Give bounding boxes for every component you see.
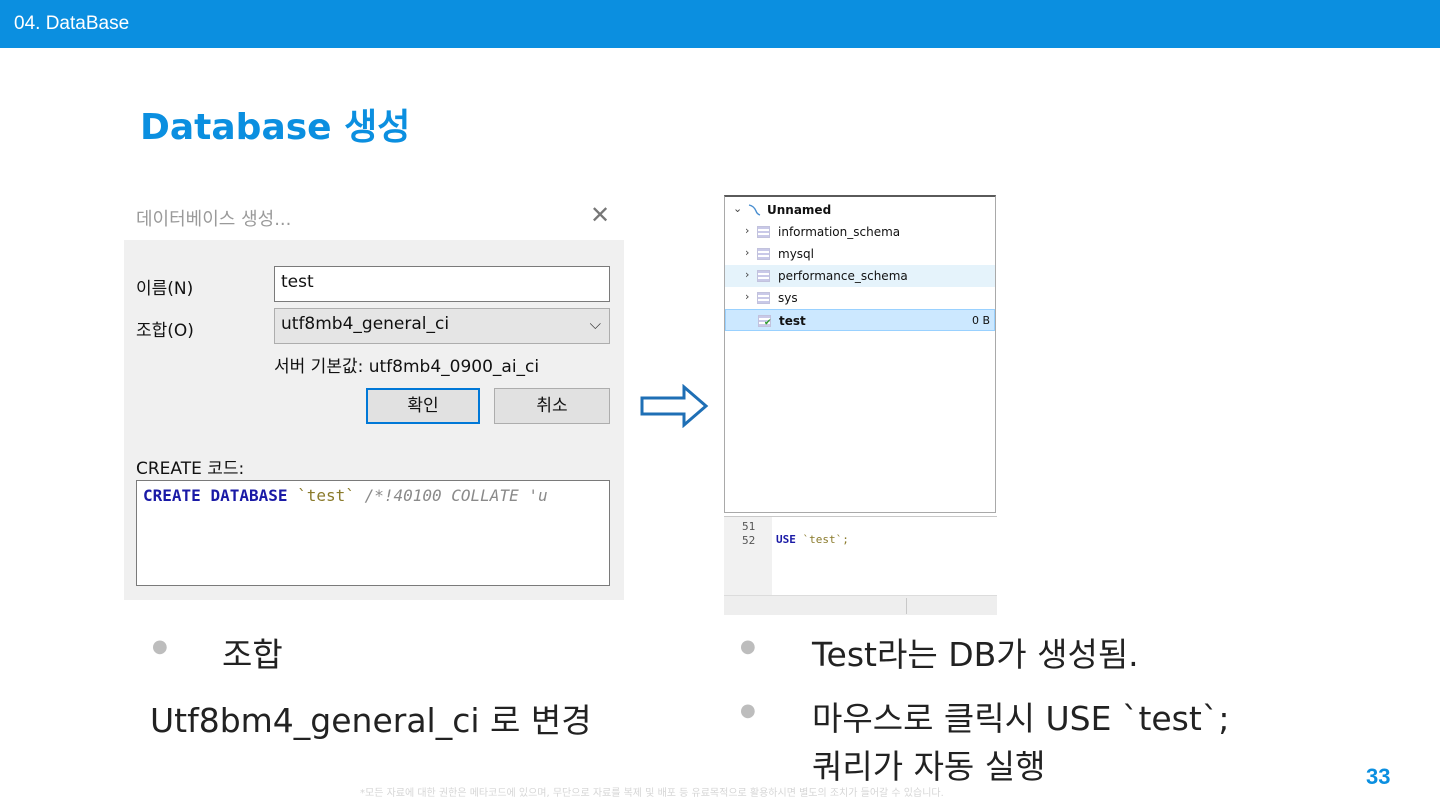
chevron-right-icon: › [745, 290, 750, 303]
database-tree: ⌄ Unnamed › information_schema › mysql ›… [724, 195, 996, 513]
check-icon: ✔ [764, 318, 772, 328]
code-db-name: `test` [297, 486, 355, 505]
sql-line: USE `test`; [776, 533, 849, 546]
code-comment: /*!40100 COLLATE 'u [364, 486, 548, 505]
code-keyword-database: DATABASE [210, 486, 288, 505]
database-icon [757, 270, 770, 282]
left-bullet-1: 조합 [222, 635, 283, 674]
collation-value: utf8mb4_general_ci [281, 314, 450, 334]
tree-root[interactable]: ⌄ Unnamed [725, 199, 995, 221]
tree-item-sys[interactable]: › sys [725, 287, 995, 309]
arrow-right-icon [640, 384, 709, 428]
tree-item-label: mysql [778, 247, 814, 261]
tree-item-test[interactable]: ✔ test 0 B [725, 309, 995, 331]
bullet-dot: ● [152, 636, 168, 657]
ok-button[interactable]: 확인 [366, 388, 480, 424]
editor-status-bar [724, 595, 997, 615]
cancel-button[interactable]: 취소 [494, 388, 610, 424]
tree-item-label: information_schema [778, 225, 901, 239]
tree-item-label: sys [778, 291, 798, 305]
tree-item-mysql[interactable]: › mysql [725, 243, 995, 265]
status-divider [906, 598, 907, 614]
section-title: 04. DataBase [14, 13, 130, 34]
tree-item-label: test [779, 314, 806, 328]
right-bullet-2-line1: 마우스로 클릭시 USE `test`; [812, 699, 1230, 738]
create-database-dialog: 데이터베이스 생성... ✕ 이름(N) test 조합(O) utf8mb4_… [124, 190, 624, 600]
close-icon[interactable]: ✕ [586, 202, 614, 230]
right-bullet-2-line2: 쿼리가 자동 실행 [812, 747, 1046, 786]
bullet-dot: ● [740, 700, 756, 721]
tree-item-label: performance_schema [778, 269, 908, 283]
tree-item-performance-schema[interactable]: › performance_schema [725, 265, 995, 287]
line-number: 51 [742, 520, 756, 533]
right-bullet-1: Test라는 DB가 생성됨. [812, 635, 1139, 674]
dialog-header: 데이터베이스 생성... ✕ [124, 190, 624, 240]
name-input[interactable]: test [274, 266, 610, 302]
sql-target: `test`; [802, 533, 849, 546]
server-default-text: 서버 기본값: utf8mb4_0900_ai_ci [274, 357, 540, 377]
tree-item-size: 0 B [971, 314, 990, 327]
code-keyword-create: CREATE [143, 486, 201, 505]
page-number: 33 [1366, 764, 1391, 789]
dolphin-icon [748, 204, 761, 216]
left-bullet-1-detail: Utf8bm4_general_ci 로 변경 [150, 701, 592, 740]
tree-root-label: Unnamed [767, 203, 832, 217]
database-icon [757, 248, 770, 260]
copyright-note: *모든 자료에 대한 권한은 메타코드에 있으며, 무단으로 자료를 복제 및 … [360, 788, 944, 799]
chevron-right-icon: › [745, 246, 750, 259]
dialog-body: 이름(N) test 조합(O) utf8mb4_general_ci ⌵ 서버… [124, 240, 624, 600]
chevron-right-icon: › [745, 224, 750, 237]
tree-item-information-schema[interactable]: › information_schema [725, 221, 995, 243]
collation-label: 조합(O) [136, 321, 194, 341]
dialog-title: 데이터베이스 생성... [136, 209, 292, 230]
page-title: Database 생성 [140, 107, 411, 148]
bullet-dot: ● [740, 636, 756, 657]
sql-keyword: USE [776, 533, 796, 546]
chevron-right-icon: › [745, 268, 750, 281]
name-label: 이름(N) [136, 279, 194, 299]
collation-select[interactable]: utf8mb4_general_ci ⌵ [274, 308, 610, 344]
line-gutter: 51 52 [724, 517, 772, 595]
chevron-down-icon: ⌄ [733, 202, 743, 215]
create-code-label: CREATE 코드: [136, 459, 245, 479]
query-editor[interactable]: 51 52 USE `test`; [724, 516, 997, 615]
database-icon [757, 292, 770, 304]
database-icon [757, 226, 770, 238]
line-number: 52 [742, 534, 756, 547]
create-code-box[interactable]: CREATE DATABASE `test` /*!40100 COLLATE … [136, 480, 610, 586]
chevron-down-icon: ⌵ [589, 315, 601, 333]
top-bar: 04. DataBase [0, 0, 1440, 48]
